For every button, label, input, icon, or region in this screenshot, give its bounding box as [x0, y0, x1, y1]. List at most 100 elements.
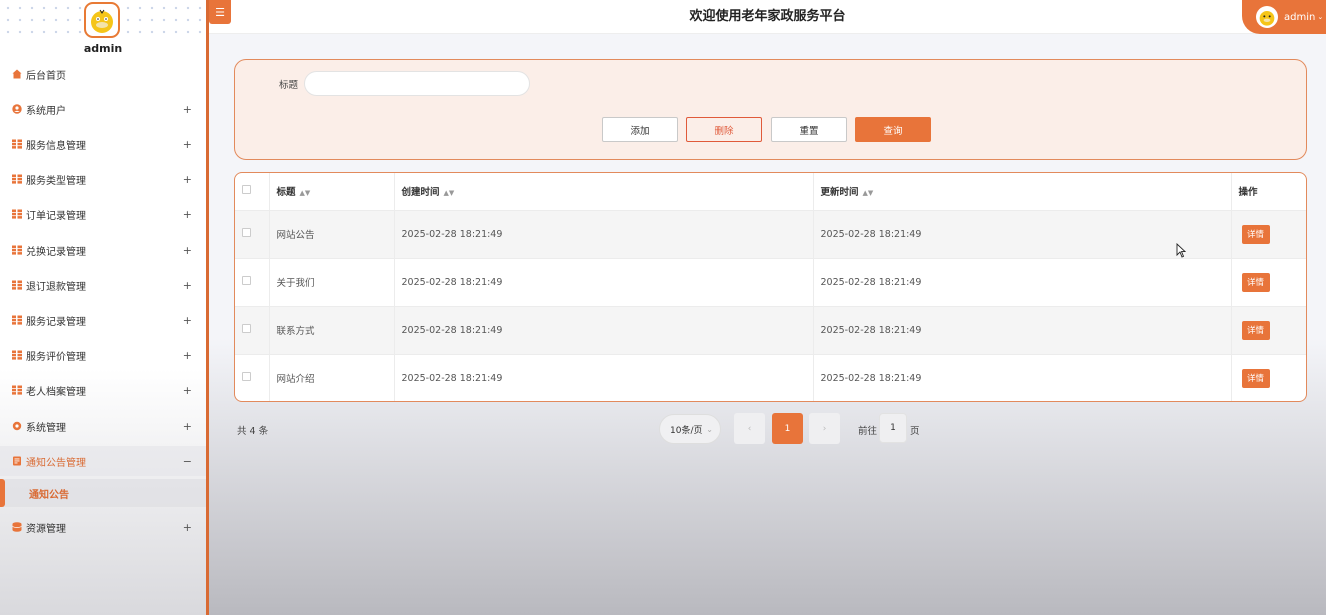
sidebar-item-7[interactable]: 退订退款管理 + — [0, 273, 206, 297]
sidebar-item-11[interactable]: 系统管理 + — [0, 414, 206, 438]
data-table: 标题 ▲▼ 创建时间 ▲▼ 更新时间 ▲▼ 操作 网站公告 2025-02-28 18:… — [234, 172, 1307, 402]
sidebar-item-1[interactable]: 后台首页 — [0, 62, 206, 86]
cell-created: 2025-02-28 18:21:49 — [394, 354, 814, 401]
page-size-select[interactable]: 10条/页 ⌄ — [659, 414, 721, 444]
cell-created: 2025-02-28 18:21:49 — [394, 210, 814, 259]
column-header-updated[interactable]: 更新时间 ▲▼ — [813, 173, 1232, 211]
sidebar-item-13[interactable]: 资源管理 + — [0, 515, 206, 539]
page-size-value: 10条/页 — [670, 425, 703, 436]
gear-icon — [11, 421, 22, 432]
database-icon — [11, 522, 22, 533]
cell-actions: 详情 — [1231, 354, 1306, 401]
sidebar-subitem-notice[interactable]: 通知公告 — [0, 479, 206, 507]
sidebar-item-label: 订单记录管理 — [26, 210, 86, 222]
goto-label: 前往 — [858, 426, 878, 437]
detail-button[interactable]: 详情 — [1241, 224, 1270, 244]
cell-title: 联系方式 — [269, 306, 395, 355]
reset-button[interactable]: 重置 — [771, 117, 847, 142]
sidebar-subitem-label: 通知公告 — [29, 489, 69, 501]
document-icon — [11, 456, 22, 467]
sidebar-item-6[interactable]: 兑换记录管理 + — [0, 238, 206, 262]
row-checkbox[interactable] — [242, 228, 251, 237]
sidebar: admin 后台首页 系统用户 + 服务信息管理 + 服务类型管理 + 订单记录管理 + 兑换记录… — [0, 0, 209, 615]
expand-icon[interactable]: + — [183, 349, 192, 362]
sidebar-item-9[interactable]: 服务评价管理 + — [0, 343, 206, 367]
search-label: 标题 — [279, 80, 299, 91]
sidebar-item-label: 系统用户 — [26, 105, 66, 117]
sort-icon[interactable]: ▲▼ — [300, 189, 311, 197]
expand-icon[interactable]: + — [183, 384, 192, 397]
goto-suffix: 页 — [910, 426, 920, 437]
mouse-cursor-icon — [1176, 243, 1186, 258]
user-avatar — [1256, 6, 1278, 28]
home-icon — [11, 69, 22, 80]
row-select-cell — [235, 210, 270, 259]
table-row: 关于我们 2025-02-28 18:21:49 2025-02-28 18:21:… — [235, 258, 1306, 307]
grid-icon — [11, 350, 22, 361]
detail-button[interactable]: 详情 — [1241, 320, 1270, 340]
query-button[interactable]: 查询 — [855, 117, 931, 142]
row-checkbox[interactable] — [242, 276, 251, 285]
avatar[interactable] — [84, 2, 120, 38]
prev-page-button[interactable]: ‹ — [734, 413, 765, 444]
column-header-created[interactable]: 创建时间 ▲▼ — [394, 173, 814, 211]
duck-avatar-icon — [1259, 11, 1275, 26]
sidebar-item-4[interactable]: 服务类型管理 + — [0, 167, 206, 191]
user-menu-label: admin — [1284, 11, 1316, 23]
grid-icon — [11, 139, 22, 150]
grid-icon — [11, 245, 22, 256]
expand-icon[interactable]: + — [183, 173, 192, 186]
next-page-button[interactable]: › — [809, 413, 840, 444]
row-select-cell — [235, 306, 270, 355]
delete-button[interactable]: 删除 — [686, 117, 762, 142]
detail-button[interactable]: 详情 — [1241, 272, 1270, 292]
collapse-icon[interactable]: − — [183, 455, 192, 468]
expand-icon[interactable]: + — [183, 138, 192, 151]
active-indicator — [0, 479, 5, 507]
expand-icon[interactable]: + — [183, 208, 192, 221]
sidebar-item-8[interactable]: 服务记录管理 + — [0, 308, 206, 332]
row-checkbox[interactable] — [242, 372, 251, 381]
row-checkbox[interactable] — [242, 324, 251, 333]
sort-icon[interactable]: ▲▼ — [863, 189, 874, 197]
select-all-cell — [235, 173, 270, 211]
sidebar-item-label: 系统管理 — [26, 422, 66, 434]
column-header-actions: 操作 — [1231, 173, 1306, 211]
expand-icon[interactable]: + — [183, 420, 192, 433]
grid-icon — [11, 385, 22, 396]
expand-icon[interactable]: + — [183, 314, 192, 327]
sort-icon[interactable]: ▲▼ — [444, 189, 455, 197]
expand-icon[interactable]: + — [183, 103, 192, 116]
expand-icon[interactable]: + — [183, 279, 192, 292]
sidebar-item-label: 服务类型管理 — [26, 175, 86, 187]
sidebar-item-label: 服务记录管理 — [26, 316, 86, 328]
expand-icon[interactable]: + — [183, 521, 192, 534]
sidebar-item-label: 服务评价管理 — [26, 351, 86, 363]
detail-button[interactable]: 详情 — [1241, 368, 1270, 388]
cell-updated: 2025-02-28 18:21:49 — [813, 210, 1232, 259]
sidebar-item-10[interactable]: 老人档案管理 + — [0, 378, 206, 402]
sidebar-item-5[interactable]: 订单记录管理 + — [0, 202, 206, 226]
sidebar-item-2[interactable]: 系统用户 + — [0, 97, 206, 121]
top-header: ☰ 欢迎使用老年家政服务平台 admin ⌄ — [209, 0, 1326, 34]
table-row: 联系方式 2025-02-28 18:21:49 2025-02-28 18:21:… — [235, 306, 1306, 355]
sidebar-item-12[interactable]: 通知公告管理 − — [0, 446, 206, 476]
cell-updated: 2025-02-28 18:21:49 — [813, 354, 1232, 401]
sidebar-item-label: 老人档案管理 — [26, 386, 86, 398]
expand-icon[interactable]: + — [183, 244, 192, 257]
page-1-button[interactable]: 1 — [772, 413, 803, 444]
table-row: 网站公告 2025-02-28 18:21:49 2025-02-28 18:21:… — [235, 210, 1306, 259]
goto-page-input[interactable]: 1 — [879, 413, 907, 443]
grid-icon — [11, 174, 22, 185]
sidebar-item-3[interactable]: 服务信息管理 + — [0, 132, 206, 156]
add-button[interactable]: 添加 — [602, 117, 678, 142]
sidebar-item-label: 通知公告管理 — [26, 457, 86, 469]
user-menu[interactable]: admin ⌄ — [1242, 0, 1326, 34]
sidebar-item-label: 服务信息管理 — [26, 140, 86, 152]
column-header-title[interactable]: 标题 ▲▼ — [269, 173, 395, 211]
select-all-checkbox[interactable] — [242, 185, 251, 195]
sidebar-item-label: 退订退款管理 — [26, 281, 86, 293]
cell-created: 2025-02-28 18:21:49 — [394, 258, 814, 307]
page-title: 欢迎使用老年家政服务平台 — [689, 9, 846, 24]
search-input[interactable] — [304, 71, 530, 96]
